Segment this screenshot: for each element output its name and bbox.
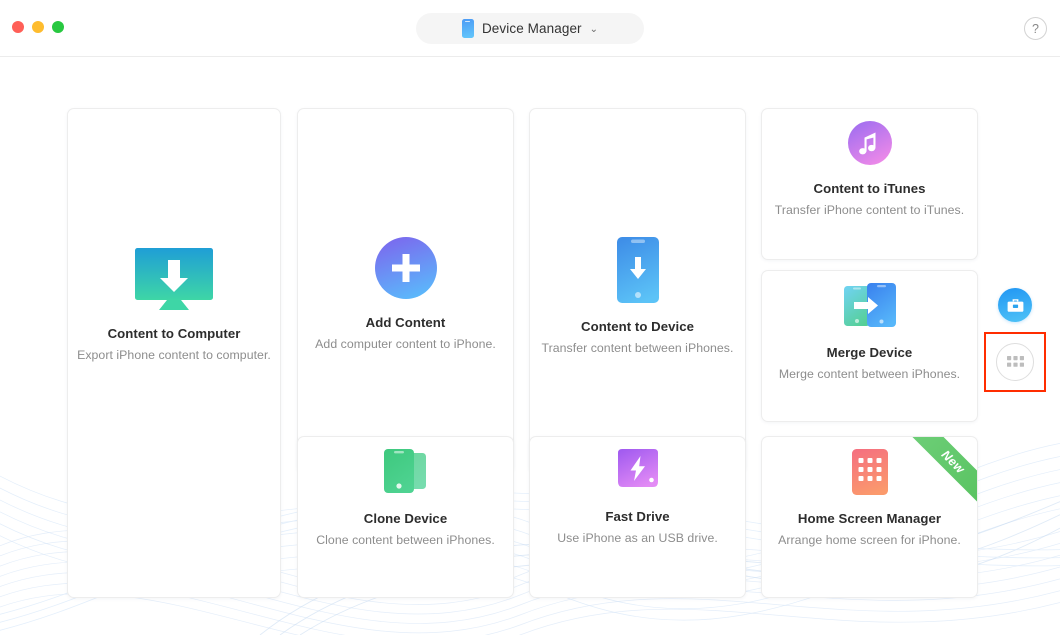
card-description: Use iPhone as an USB drive. [557, 531, 718, 545]
card-title: Content to Computer [107, 326, 241, 341]
phone-download-icon [616, 237, 659, 303]
app-grid-icon [1006, 355, 1024, 367]
card-description: Transfer content between iPhones. [541, 341, 734, 355]
music-note-circle-icon [847, 121, 892, 165]
monitor-download-icon [129, 248, 219, 310]
card-clone-device[interactable]: Clone Device Clone content between iPhon… [297, 436, 514, 598]
card-title: Merge Device [826, 345, 913, 360]
question-mark-icon: ? [1032, 21, 1039, 36]
card-description: Clone content between iPhones. [316, 533, 495, 547]
card-fast-drive[interactable]: Fast Drive Use iPhone as an USB drive. [529, 436, 746, 598]
toolbox-icon [1007, 298, 1023, 312]
close-button[interactable] [12, 21, 24, 33]
phone-icon [461, 19, 474, 38]
card-content-to-itunes[interactable]: Content to iTunes Transfer iPhone conten… [761, 108, 978, 260]
card-merge-device[interactable]: Merge Device Merge content between iPhon… [761, 270, 978, 422]
card-add-content[interactable]: Add Content Add computer content to iPho… [297, 108, 514, 473]
title-bar: Device Manager ⌄ ? [0, 0, 1060, 57]
card-home-screen-manager[interactable]: New Home Screen Manager Arrange home scr… [761, 436, 978, 598]
usb-drive-bolt-icon [615, 449, 661, 493]
chevron-down-icon: ⌄ [589, 23, 599, 35]
card-title: Content to iTunes [813, 181, 926, 196]
app-grid-button[interactable] [996, 343, 1034, 381]
device-manager-selector[interactable]: Device Manager ⌄ [416, 13, 644, 44]
merge-phones-icon [843, 283, 896, 329]
right-rail [978, 57, 1060, 635]
card-title: Add Content [365, 315, 446, 330]
app-window: Device Manager ⌄ ? Content to Computer E… [0, 0, 1060, 635]
card-description: Add computer content to iPhone. [315, 337, 496, 351]
grid-button-highlight [984, 332, 1046, 392]
device-selector-label: Device Manager [481, 21, 582, 36]
card-title: Fast Drive [605, 509, 670, 524]
card-title: Content to Device [581, 319, 694, 334]
traffic-lights [12, 21, 64, 33]
card-description: Transfer iPhone content to iTunes. [774, 203, 965, 217]
card-title: Clone Device [363, 511, 448, 526]
help-button[interactable]: ? [1024, 17, 1047, 40]
toolbox-button[interactable] [998, 288, 1032, 322]
minimize-button[interactable] [32, 21, 44, 33]
card-content-to-device[interactable]: Content to Device Transfer content betwe… [529, 108, 746, 473]
card-content-to-computer[interactable]: Content to Computer Export iPhone conten… [67, 108, 281, 598]
maximize-button[interactable] [52, 21, 64, 33]
plus-circle-icon [374, 237, 437, 299]
card-description: Arrange home screen for iPhone. [778, 533, 961, 547]
card-title: Home Screen Manager [797, 511, 942, 526]
card-description: Merge content between iPhones. [778, 367, 961, 381]
phone-app-grid-icon [851, 449, 888, 495]
card-description: Export iPhone content to computer. [77, 348, 271, 362]
feature-card-grid: Content to Computer Export iPhone conten… [0, 57, 1060, 635]
clone-phones-icon [383, 449, 428, 495]
